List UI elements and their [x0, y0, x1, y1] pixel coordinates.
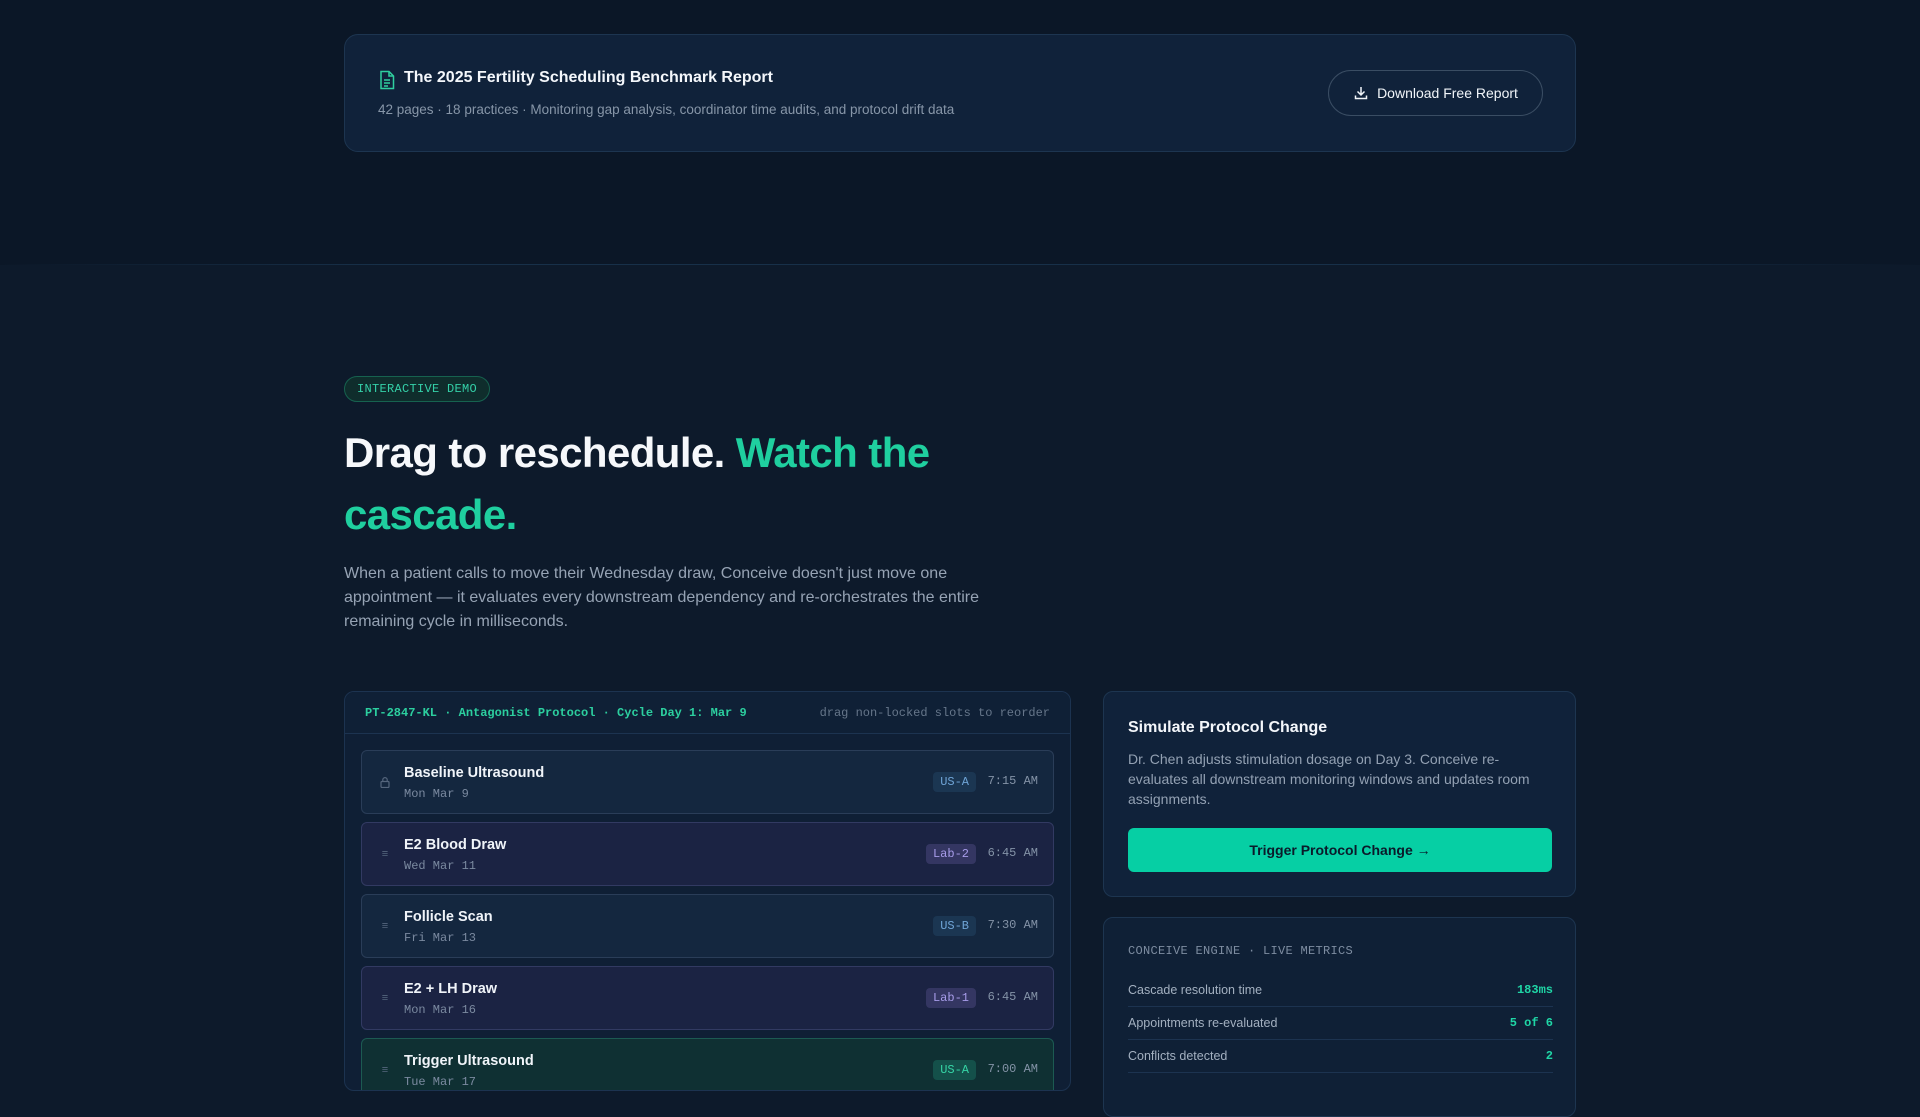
metric-value: 5 of 6 — [1509, 1016, 1553, 1030]
room-badge: US-A — [933, 772, 976, 792]
slot-time: 6:45 AM — [987, 990, 1038, 1004]
metric-value: 2 — [1545, 1049, 1553, 1063]
report-card: The 2025 Fertility Scheduling Benchmark … — [344, 34, 1576, 152]
document-icon — [380, 70, 395, 90]
room-badge: US-A — [933, 1060, 976, 1080]
report-meta: 42 pages · 18 practices · Monitoring gap… — [378, 102, 955, 117]
metric-value: 183ms — [1516, 983, 1553, 997]
schedule-slot[interactable]: ≡ E2 + LH Draw Mon Mar 16 Lab-1 6:45 AM — [361, 966, 1054, 1030]
metrics-title: CONCEIVE ENGINE · LIVE METRICS — [1128, 944, 1354, 958]
room-badge: Lab-1 — [925, 988, 976, 1008]
slot-date: Fri Mar 13 — [404, 931, 477, 945]
schedule-panel: PT-2847-KL · Antagonist Protocol · Cycle… — [344, 691, 1071, 1091]
headline-main: Drag to reschedule. — [344, 429, 725, 476]
drag-handle-icon[interactable]: ≡ — [379, 920, 391, 932]
metric-label: Cascade resolution time — [1128, 983, 1263, 997]
slot-title: E2 + LH Draw — [404, 981, 498, 997]
report-title: The 2025 Fertility Scheduling Benchmark … — [404, 69, 773, 86]
live-metrics-card: CONCEIVE ENGINE · LIVE METRICS Cascade r… — [1103, 917, 1576, 1117]
page-headline: Drag to reschedule. Watch the cascade. — [344, 422, 1044, 546]
metric-row: Cascade resolution time 183ms — [1128, 974, 1553, 1007]
drag-handle-icon[interactable]: ≡ — [379, 1064, 391, 1076]
lock-icon — [380, 777, 390, 788]
metric-row: Appointments re-evaluated 5 of 6 — [1128, 1007, 1553, 1040]
slot-date: Wed Mar 11 — [404, 859, 477, 873]
schedule-slot[interactable]: ≡ Follicle Scan Fri Mar 13 US-B 7:30 AM — [361, 894, 1054, 958]
room-badge: Lab-2 — [925, 844, 976, 864]
slot-date: Tue Mar 17 — [404, 1075, 477, 1089]
schedule-slot-trigger[interactable]: ≡ Trigger Ultrasound Tue Mar 17 US-A 7:0… — [361, 1038, 1054, 1090]
slot-time: 7:30 AM — [987, 918, 1038, 932]
schedule-slot-locked: Baseline Ultrasound Mon Mar 9 US-A 7:15 … — [361, 750, 1054, 814]
drag-handle-icon[interactable]: ≡ — [379, 848, 391, 860]
reorder-hint: drag non-locked slots to reorder — [819, 705, 1050, 720]
slot-date: Mon Mar 16 — [404, 1003, 477, 1017]
patient-protocol-header: PT-2847-KL · Antagonist Protocol · Cycle… — [365, 705, 747, 720]
simulate-title: Simulate Protocol Change — [1128, 719, 1328, 736]
download-report-button[interactable]: Download Free Report — [1328, 70, 1543, 116]
slot-date: Mon Mar 9 — [404, 787, 469, 801]
slot-title: Trigger Ultrasound — [404, 1053, 534, 1069]
room-badge: US-B — [933, 916, 976, 936]
section-divider — [0, 264, 1920, 265]
schedule-header: PT-2847-KL · Antagonist Protocol · Cycle… — [345, 692, 1070, 734]
metric-label: Conflicts detected — [1128, 1049, 1228, 1063]
interactive-demo-badge: INTERACTIVE DEMO — [344, 376, 491, 402]
slot-title: E2 Blood Draw — [404, 837, 507, 853]
slot-time: 6:45 AM — [987, 846, 1038, 860]
demo-description: When a patient calls to move their Wedne… — [344, 565, 980, 630]
metric-label: Appointments re-evaluated — [1128, 1016, 1278, 1030]
drag-handle-icon[interactable]: ≡ — [379, 992, 391, 1004]
schedule-slot[interactable]: ≡ E2 Blood Draw Wed Mar 11 Lab-2 6:45 AM — [361, 822, 1054, 886]
slot-time: 7:15 AM — [987, 774, 1038, 788]
slot-title: Baseline Ultrasound — [404, 765, 545, 781]
download-icon — [1354, 87, 1368, 100]
download-report-label: Download Free Report — [1377, 85, 1518, 101]
simulate-protocol-card: Simulate Protocol Change Dr. Chen adjust… — [1103, 691, 1576, 897]
simulate-description: Dr. Chen adjusts stimulation dosage on D… — [1128, 751, 1530, 807]
slot-time: 7:00 AM — [987, 1062, 1038, 1076]
trigger-protocol-change-button[interactable]: Trigger Protocol Change → — [1128, 828, 1552, 872]
metric-row: Conflicts detected 2 — [1128, 1040, 1553, 1073]
slot-title: Follicle Scan — [404, 909, 493, 925]
